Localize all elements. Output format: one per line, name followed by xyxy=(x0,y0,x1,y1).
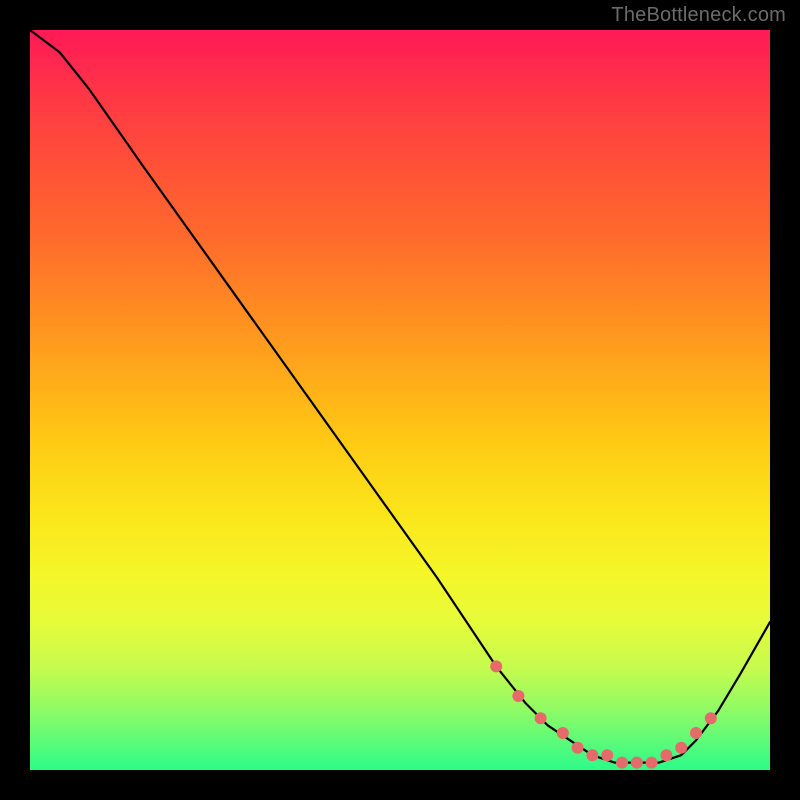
marker-dot xyxy=(557,727,569,739)
marker-dot xyxy=(512,690,524,702)
chart-frame: TheBottleneck.com xyxy=(0,0,800,800)
marker-dot xyxy=(705,712,717,724)
marker-dot xyxy=(690,727,702,739)
marker-dot xyxy=(675,742,687,754)
marker-dot xyxy=(646,757,658,769)
plot-area xyxy=(30,30,770,770)
marker-dot xyxy=(631,757,643,769)
marker-group xyxy=(490,660,717,768)
bottleneck-curve xyxy=(30,30,770,763)
marker-dot xyxy=(586,749,598,761)
marker-dot xyxy=(660,749,672,761)
marker-dot xyxy=(490,660,502,672)
marker-dot xyxy=(572,742,584,754)
marker-dot xyxy=(601,749,613,761)
marker-dot xyxy=(616,757,628,769)
curve-layer xyxy=(30,30,770,770)
attribution-text: TheBottleneck.com xyxy=(611,4,786,27)
marker-dot xyxy=(535,712,547,724)
